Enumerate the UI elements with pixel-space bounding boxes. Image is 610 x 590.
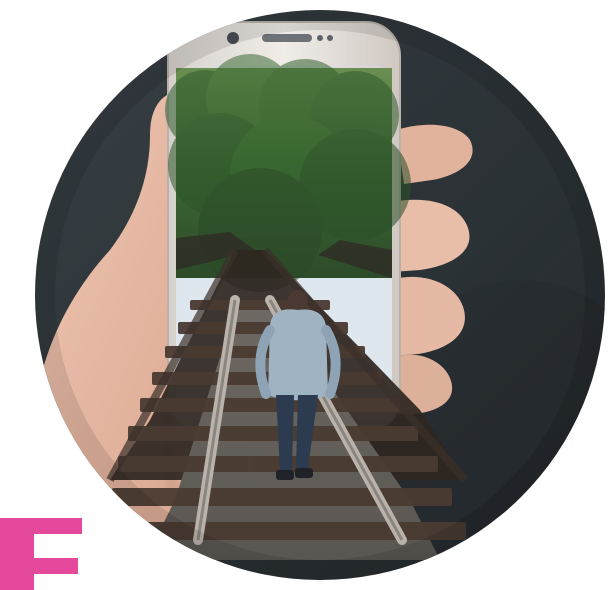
pink-mark <box>0 518 82 590</box>
scene-svg <box>0 10 605 590</box>
image-canvas: photo-composite <box>0 0 610 590</box>
phone-sensors-icon <box>317 35 323 41</box>
circular-crop <box>35 10 605 580</box>
phone-speaker-icon <box>262 34 312 42</box>
